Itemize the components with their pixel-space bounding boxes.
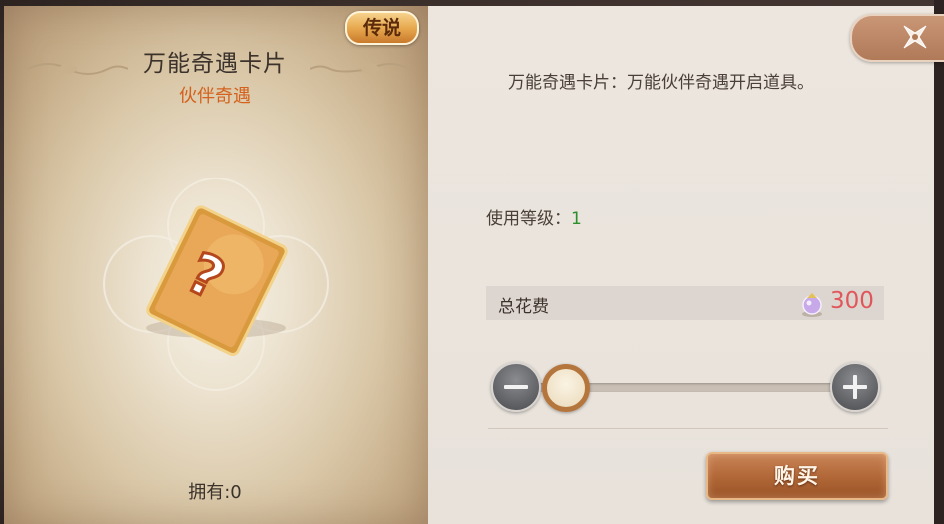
close-button[interactable] — [850, 14, 944, 62]
quantity-slider-thumb[interactable] — [542, 364, 590, 412]
question-card-icon: ? — [103, 178, 329, 391]
ornament-right-icon — [310, 63, 410, 74]
total-cost-bar: 总花费 300 — [486, 286, 884, 320]
plus-icon — [843, 375, 867, 399]
item-category: 伙伴奇遇 — [179, 86, 251, 107]
item-description: 万能奇遇卡片：万能伙伴奇遇开启道具。 — [508, 73, 814, 93]
required-level: 使用等级：1 — [486, 204, 582, 229]
rarity-badge: 传说 — [345, 11, 419, 45]
owned-count: 拥有:0 — [188, 482, 242, 503]
item-name: 万能奇遇卡片 — [143, 51, 287, 77]
total-cost-value: 300 — [830, 288, 874, 314]
buy-button[interactable]: 购买 — [706, 452, 888, 500]
minus-icon — [504, 385, 528, 389]
total-cost-label: 总花费 — [498, 297, 549, 317]
divider — [488, 428, 888, 429]
window-edge — [934, 0, 944, 524]
close-icon — [903, 25, 927, 49]
level-value: 1 — [571, 209, 582, 229]
decrease-quantity-button[interactable] — [491, 362, 541, 412]
increase-quantity-button[interactable] — [830, 362, 880, 412]
level-label: 使用等级： — [486, 209, 571, 229]
gem-currency-icon — [802, 293, 822, 317]
